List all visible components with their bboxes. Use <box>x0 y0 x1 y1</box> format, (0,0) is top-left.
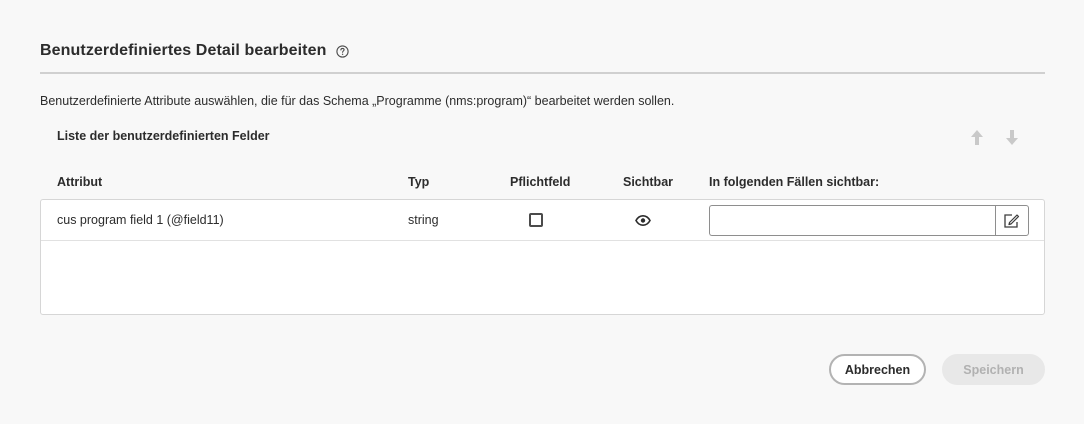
arrow-down-icon <box>1006 129 1018 145</box>
edit-custom-detail-dialog: Benutzerdefiniertes Detail bearbeiten Be… <box>0 0 1084 424</box>
arrow-up-icon <box>971 129 983 145</box>
header-divider <box>40 72 1045 74</box>
column-header-visible: Sichtbar <box>623 175 674 189</box>
cancel-button[interactable]: Abbrechen <box>829 354 926 385</box>
custom-fields-table: cus program field 1 (@field11) string <box>40 199 1045 315</box>
cell-attribute: cus program field 1 (@field11) <box>57 213 224 227</box>
table-row: cus program field 1 (@field11) string <box>41 200 1044 241</box>
column-header-required: Pflichtfeld <box>510 175 571 189</box>
edit-condition-button[interactable] <box>995 205 1029 236</box>
column-header-visible-if: In folgenden Fällen sichtbar: <box>709 175 880 189</box>
cell-type: string <box>408 213 439 227</box>
dialog-header: Benutzerdefiniertes Detail bearbeiten <box>40 40 350 62</box>
visible-if-input[interactable] <box>709 205 995 236</box>
save-button[interactable]: Speichern <box>942 354 1045 385</box>
eye-icon <box>635 214 651 226</box>
custom-fields-list-title: Liste der benutzerdefinierten Felder <box>57 129 270 143</box>
help-circle-icon[interactable] <box>336 44 350 58</box>
dialog-description: Benutzerdefinierte Attribute auswählen, … <box>40 94 675 108</box>
column-header-type: Typ <box>408 175 430 189</box>
edit-icon <box>1004 213 1020 228</box>
column-header-attribute: Attribut <box>57 175 103 189</box>
move-up-button[interactable] <box>968 127 986 147</box>
visibility-toggle[interactable] <box>635 213 651 227</box>
move-down-button[interactable] <box>1003 127 1021 147</box>
dialog-title: Benutzerdefiniertes Detail bearbeiten <box>40 42 327 59</box>
required-checkbox[interactable] <box>529 213 543 227</box>
